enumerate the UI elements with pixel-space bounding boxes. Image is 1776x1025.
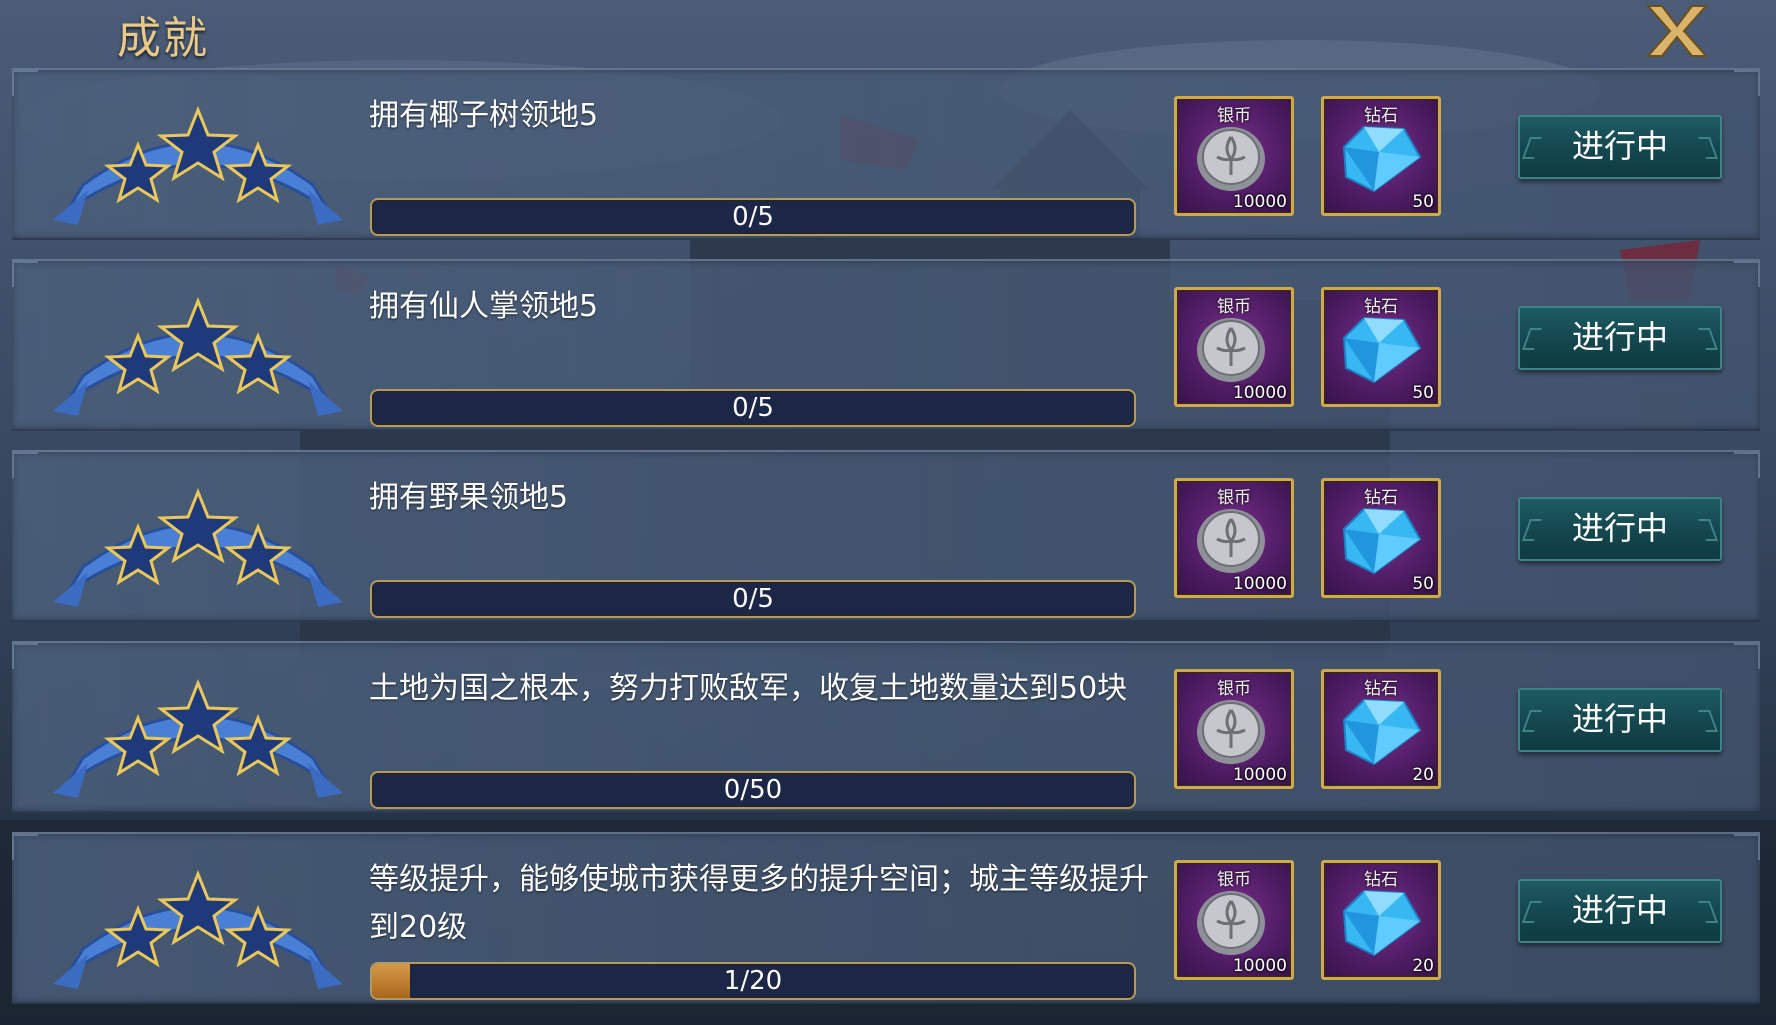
silver-coin-icon bbox=[1197, 318, 1265, 382]
three-star-badge-icon bbox=[53, 105, 343, 225]
achievement-description: 拥有野果领地5 bbox=[369, 480, 569, 515]
progress-bar: 0/50 bbox=[370, 771, 1136, 809]
progress-text: 0/5 bbox=[732, 393, 774, 423]
silver-coin-icon bbox=[1197, 127, 1265, 191]
reward-silver-coin[interactable]: 银币 10000 bbox=[1174, 96, 1294, 216]
reward-amount: 20 bbox=[1412, 956, 1434, 976]
three-star-badge-icon bbox=[53, 487, 343, 607]
reward-diamond[interactable]: 钻石 50 bbox=[1321, 478, 1441, 598]
diamond-icon bbox=[1342, 889, 1422, 957]
reward-diamond[interactable]: 钻石 50 bbox=[1321, 96, 1441, 216]
reward-label: 钻石 bbox=[1364, 488, 1398, 508]
page-title: 成就 bbox=[117, 13, 209, 64]
achievement-row: 等级提升，能够使城市获得更多的提升空间；城主等级提升到20级 1/20 银币 1… bbox=[12, 832, 1760, 1004]
achievement-row: 拥有仙人掌领地5 0/5 银币 10000 钻石 50 进行中 bbox=[12, 259, 1760, 431]
silver-coin-icon bbox=[1197, 700, 1265, 764]
three-star-badge-icon bbox=[53, 296, 343, 416]
progress-text: 1/20 bbox=[723, 966, 783, 996]
diamond-icon bbox=[1342, 316, 1422, 384]
reward-amount: 10000 bbox=[1232, 956, 1287, 976]
silver-coin-icon bbox=[1197, 509, 1265, 573]
reward-amount: 50 bbox=[1412, 192, 1434, 212]
diamond-icon bbox=[1342, 698, 1422, 766]
achievement-row: 拥有椰子树领地5 0/5 银币 10000 钻石 50 进行中 bbox=[12, 68, 1760, 240]
status-button[interactable]: 进行中 bbox=[1518, 115, 1722, 179]
silver-coin-icon bbox=[1197, 891, 1265, 955]
progress-text: 0/50 bbox=[723, 775, 783, 805]
reward-label: 钻石 bbox=[1364, 679, 1398, 699]
reward-label: 银币 bbox=[1217, 870, 1251, 890]
achievement-description: 拥有仙人掌领地5 bbox=[369, 289, 599, 324]
reward-silver-coin[interactable]: 银币 10000 bbox=[1174, 860, 1294, 980]
reward-diamond[interactable]: 钻石 20 bbox=[1321, 669, 1441, 789]
diamond-icon bbox=[1342, 507, 1422, 575]
achievement-row: 拥有野果领地5 0/5 银币 10000 钻石 50 进行中 bbox=[12, 450, 1760, 622]
three-star-badge-icon bbox=[53, 869, 343, 989]
close-button[interactable] bbox=[1642, 0, 1712, 62]
reward-amount: 50 bbox=[1412, 383, 1434, 403]
reward-label: 钻石 bbox=[1364, 870, 1398, 890]
progress-bar: 0/5 bbox=[370, 580, 1136, 618]
reward-label: 银币 bbox=[1217, 679, 1251, 699]
reward-label: 银币 bbox=[1217, 488, 1251, 508]
achievement-row: 土地为国之根本，努力打败敌军，收复土地数量达到50块 0/50 银币 10000… bbox=[12, 641, 1760, 813]
reward-label: 钻石 bbox=[1364, 106, 1398, 126]
status-button[interactable]: 进行中 bbox=[1518, 306, 1722, 370]
reward-amount: 10000 bbox=[1232, 765, 1287, 785]
status-button[interactable]: 进行中 bbox=[1518, 497, 1722, 561]
reward-silver-coin[interactable]: 银币 10000 bbox=[1174, 478, 1294, 598]
progress-text: 0/5 bbox=[732, 584, 774, 614]
achievement-description: 土地为国之根本，努力打败敌军，收复土地数量达到50块 bbox=[369, 671, 1128, 706]
achievement-description: 等级提升，能够使城市获得更多的提升空间；城主等级提升到20级 bbox=[369, 862, 1149, 945]
reward-amount: 10000 bbox=[1232, 574, 1287, 594]
progress-text: 0/5 bbox=[732, 202, 774, 232]
close-icon bbox=[1645, 5, 1709, 57]
status-button[interactable]: 进行中 bbox=[1518, 879, 1722, 943]
three-star-badge-icon bbox=[53, 678, 343, 798]
reward-amount: 50 bbox=[1412, 574, 1434, 594]
progress-bar: 0/5 bbox=[370, 389, 1136, 427]
diamond-icon bbox=[1342, 125, 1422, 193]
reward-amount: 10000 bbox=[1232, 192, 1287, 212]
progress-bar: 1/20 bbox=[370, 962, 1136, 1000]
reward-label: 银币 bbox=[1217, 297, 1251, 317]
reward-label: 钻石 bbox=[1364, 297, 1398, 317]
reward-label: 银币 bbox=[1217, 106, 1251, 126]
progress-bar: 0/5 bbox=[370, 198, 1136, 236]
achievement-list: 拥有椰子树领地5 0/5 银币 10000 钻石 50 进行中 拥有仙人掌领地5… bbox=[12, 68, 1760, 1023]
reward-silver-coin[interactable]: 银币 10000 bbox=[1174, 669, 1294, 789]
reward-amount: 10000 bbox=[1232, 383, 1287, 403]
reward-amount: 20 bbox=[1412, 765, 1434, 785]
reward-silver-coin[interactable]: 银币 10000 bbox=[1174, 287, 1294, 407]
reward-diamond[interactable]: 钻石 50 bbox=[1321, 287, 1441, 407]
status-button[interactable]: 进行中 bbox=[1518, 688, 1722, 752]
reward-diamond[interactable]: 钻石 20 bbox=[1321, 860, 1441, 980]
achievement-description: 拥有椰子树领地5 bbox=[369, 98, 599, 133]
